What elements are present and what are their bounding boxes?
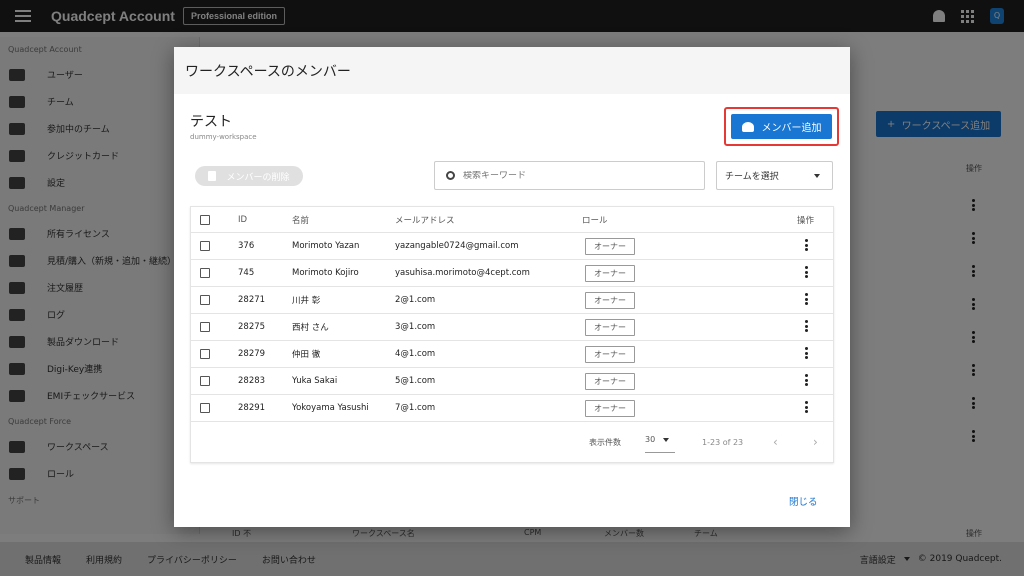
row-email: yazangable0724@gmail.com — [395, 241, 519, 251]
row-checkbox[interactable] — [200, 403, 210, 413]
rows-per-page-value: 30 — [645, 435, 656, 444]
members-dialog: ワークスペースのメンバー テスト dummy-workspace メンバー追加 … — [174, 47, 850, 527]
delete-member-button[interactable]: メンバーの削除 — [195, 166, 303, 186]
row-name: 川井 彰 — [292, 296, 321, 306]
row-name: Yokoyama Yasushi — [292, 403, 369, 413]
row-id: 28283 — [238, 376, 266, 386]
row-checkbox[interactable] — [200, 268, 210, 278]
table-header: ID 名前 メールアドレス ロール 操作 — [191, 207, 833, 233]
more-options-icon[interactable] — [805, 401, 809, 415]
pagination: 表示件数 30 1-23 of 23 ‹ › — [191, 421, 833, 463]
prev-page-icon[interactable]: ‹ — [773, 421, 778, 463]
dialog-title: ワークスペースのメンバー — [174, 47, 850, 94]
add-member-label: メンバー追加 — [761, 123, 822, 134]
row-name: 仲田 徹 — [292, 350, 321, 360]
more-options-icon[interactable] — [805, 320, 809, 334]
more-options-icon[interactable] — [805, 347, 809, 361]
more-options-icon[interactable] — [805, 239, 809, 253]
next-page-icon[interactable]: › — [813, 421, 818, 463]
chevron-down-icon — [663, 437, 670, 442]
role-chip[interactable]: オーナー — [585, 264, 635, 282]
row-checkbox[interactable] — [200, 376, 210, 386]
table-row: 28275 西村 さん 3@1.com オーナー — [191, 314, 833, 341]
workspace-name: テスト — [190, 114, 232, 130]
role-chip[interactable]: オーナー — [585, 318, 635, 336]
select-all-checkbox[interactable] — [200, 214, 210, 225]
row-name: 西村 さん — [292, 323, 329, 333]
chevron-down-icon — [814, 173, 820, 178]
table-row: 28271 川井 彰 2@1.com オーナー — [191, 287, 833, 314]
workspace-id: dummy-workspace — [190, 133, 257, 141]
rows-per-page-label: 表示件数 — [589, 437, 621, 447]
rows-per-page-select[interactable]: 30 — [645, 427, 675, 453]
col-name: 名前 — [292, 215, 310, 226]
row-checkbox[interactable] — [200, 295, 210, 305]
row-email: 5@1.com — [395, 376, 436, 386]
row-email: 2@1.com — [395, 295, 436, 305]
row-checkbox[interactable] — [200, 349, 210, 359]
row-checkbox[interactable] — [200, 241, 210, 251]
add-user-icon — [741, 121, 754, 132]
role-chip[interactable]: オーナー — [585, 345, 635, 363]
row-id: 28275 — [238, 322, 266, 332]
role-chip[interactable]: オーナー — [585, 372, 635, 390]
row-id: 28279 — [238, 349, 266, 359]
add-member-highlight: メンバー追加 — [724, 107, 839, 146]
role-chip[interactable]: オーナー — [585, 237, 635, 255]
page-range: 1-23 of 23 — [702, 437, 744, 447]
more-options-icon[interactable] — [805, 374, 809, 388]
row-id: 28291 — [238, 403, 266, 413]
delete-member-label: メンバーの削除 — [226, 172, 290, 183]
row-email: 4@1.com — [395, 349, 436, 359]
row-name: Yuka Sakai — [292, 376, 338, 386]
role-chip[interactable]: オーナー — [585, 291, 635, 309]
row-email: yasuhisa.morimoto@4cept.com — [395, 268, 530, 278]
table-row: 28279 仲田 徹 4@1.com オーナー — [191, 341, 833, 368]
search-icon — [446, 171, 455, 180]
team-select[interactable]: チームを選択 — [716, 161, 833, 190]
trash-icon — [208, 171, 217, 181]
search-input[interactable] — [463, 170, 683, 181]
row-email: 7@1.com — [395, 403, 436, 413]
members-table: ID 名前 メールアドレス ロール 操作 376 Morimoto Yazan … — [190, 206, 834, 463]
col-id: ID — [238, 214, 248, 225]
row-checkbox[interactable] — [200, 322, 210, 332]
row-name: Morimoto Yazan — [292, 241, 360, 251]
close-button[interactable]: 閉じる — [789, 494, 818, 508]
more-options-icon[interactable] — [805, 293, 809, 307]
row-id: 28271 — [238, 295, 266, 305]
more-options-icon[interactable] — [805, 266, 809, 280]
table-row: 745 Morimoto Kojiro yasuhisa.morimoto@4c… — [191, 260, 833, 287]
row-email: 3@1.com — [395, 322, 436, 332]
team-select-value: チームを選択 — [725, 172, 779, 182]
row-name: Morimoto Kojiro — [292, 268, 359, 278]
role-chip[interactable]: オーナー — [585, 399, 635, 417]
search-box[interactable] — [434, 161, 705, 190]
row-id: 376 — [238, 241, 255, 251]
row-id: 745 — [238, 268, 255, 278]
col-ops: 操作 — [797, 215, 815, 226]
table-row: 28283 Yuka Sakai 5@1.com オーナー — [191, 368, 833, 395]
add-member-button[interactable]: メンバー追加 — [731, 114, 832, 139]
col-email: メールアドレス — [395, 215, 455, 226]
table-row: 376 Morimoto Yazan yazangable0724@gmail.… — [191, 233, 833, 260]
table-row: 28291 Yokoyama Yasushi 7@1.com オーナー — [191, 395, 833, 422]
col-role: ロール — [582, 215, 608, 226]
